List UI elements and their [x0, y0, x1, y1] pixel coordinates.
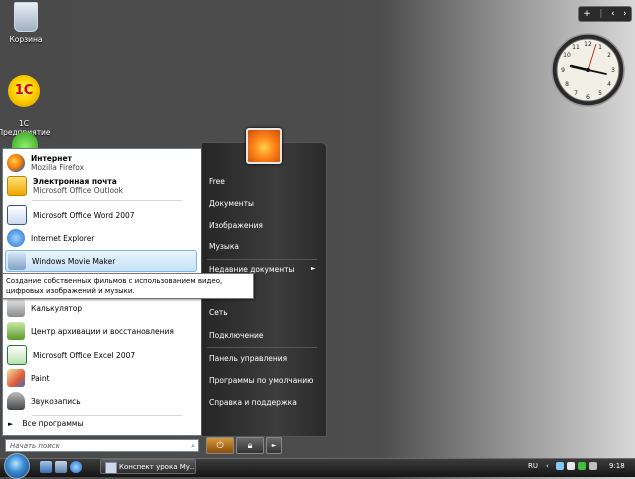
language-indicator[interactable]: RU [528, 459, 538, 474]
pinned-item-internet[interactable]: Интернет Mozilla Firefox [5, 152, 197, 174]
lock-icon: 🔒︎ [247, 440, 253, 451]
svg-text:7: 7 [574, 90, 578, 97]
firefox-icon [7, 154, 25, 172]
user-picture-icon[interactable] [246, 128, 282, 164]
clock-time[interactable]: 9:18 [609, 459, 625, 474]
internet-explorer-icon[interactable] [70, 461, 82, 473]
program-item-excel[interactable]: Microsoft Office Excel 2007 [5, 344, 197, 366]
program-item-sound-recorder[interactable]: Звукозапись [5, 390, 197, 412]
arrow-right-icon: ► [271, 442, 277, 449]
microphone-icon [7, 392, 25, 410]
svg-text:6: 6 [586, 94, 590, 101]
search-icon: ⌕ [191, 442, 195, 450]
all-programs-button[interactable]: ► Все программы [8, 419, 83, 428]
taskbar-button-word[interactable]: Конспект урока Му... [100, 459, 196, 474]
show-desktop-icon[interactable] [40, 461, 52, 473]
power-controls: ⏻ 🔒︎ ► [206, 437, 284, 454]
program-item-ie[interactable]: Internet Explorer [5, 227, 197, 249]
right-item-control-panel[interactable]: Панель управления [209, 354, 287, 363]
power-options-button[interactable]: ► [266, 437, 282, 454]
svg-text:10: 10 [563, 52, 571, 59]
right-item-music[interactable]: Музыка [209, 242, 239, 251]
tooltip: Создание собственных фильмов с использов… [2, 273, 254, 299]
pinned-item-email[interactable]: Электронная почта Microsoft Office Outloo… [5, 175, 197, 197]
svg-text:11: 11 [572, 44, 580, 51]
sidebar-prev-button[interactable]: ‹ [611, 9, 615, 19]
svg-text:1: 1 [598, 44, 602, 51]
svg-text:8: 8 [565, 81, 569, 88]
right-item-user[interactable]: Free [209, 177, 225, 186]
backup-icon [7, 322, 25, 340]
desktop-icon-recycle-bin[interactable]: Корзина [0, 2, 56, 44]
lock-button[interactable]: 🔒︎ [236, 437, 264, 454]
right-item-documents[interactable]: Документы [209, 199, 254, 208]
right-item-pictures[interactable]: Изображения [209, 221, 263, 230]
right-item-help[interactable]: Справка и поддержка [209, 398, 297, 407]
clock-gadget[interactable]: 12 1 2 3 4 5 6 7 8 9 10 11 [550, 30, 626, 110]
power-icon: ⏻ [216, 440, 224, 451]
switch-windows-icon[interactable] [55, 461, 67, 473]
antivirus-icon[interactable] [578, 462, 586, 470]
svg-text:4: 4 [607, 81, 611, 88]
recycle-bin-icon [14, 2, 38, 32]
start-button[interactable] [4, 453, 30, 479]
svg-text:5: 5 [598, 90, 602, 97]
word-document-icon [105, 462, 117, 473]
separator [32, 415, 182, 416]
separator [207, 259, 317, 260]
internet-explorer-icon [7, 229, 25, 247]
program-item-calculator[interactable]: Калькулятор [5, 297, 197, 319]
start-search-input[interactable]: Начать поиск ⌕ [5, 439, 199, 452]
tray-expand-icon[interactable]: ‹ [546, 459, 549, 474]
program-item-paint[interactable]: Paint [5, 367, 197, 389]
movie-maker-icon [8, 252, 26, 270]
separator [207, 347, 317, 348]
svg-text:9: 9 [561, 67, 565, 74]
desktop-icon-label: Корзина [9, 35, 43, 44]
svg-text:2: 2 [607, 52, 611, 59]
1c-logo-icon: 1С [8, 75, 40, 107]
svg-text:3: 3 [611, 67, 615, 74]
calculator-icon [7, 299, 25, 317]
taskbar [0, 458, 635, 477]
outlook-icon [7, 176, 27, 196]
word-icon [7, 205, 27, 225]
sidebar-next-button[interactable]: › [623, 9, 627, 19]
program-item-movie-maker[interactable]: Windows Movie Maker [5, 250, 197, 272]
right-item-network[interactable]: Сеть [209, 308, 228, 317]
power-button[interactable]: ⏻ [206, 437, 234, 454]
security-icon[interactable] [567, 462, 575, 470]
volume-icon[interactable] [589, 462, 597, 470]
network-icon[interactable] [556, 462, 564, 470]
program-item-backup[interactable]: Центр архивации и восстановления [5, 320, 197, 342]
arrow-right-icon: ► [8, 420, 14, 428]
program-item-word[interactable]: Microsoft Office Word 2007 [5, 204, 197, 226]
sidebar-controls: + | ‹ › [578, 6, 632, 22]
sidebar-add-button[interactable]: + [583, 9, 591, 19]
excel-icon [7, 345, 27, 365]
right-item-default-programs[interactable]: Программы по умолчанию [209, 376, 313, 385]
svg-text:12: 12 [584, 41, 592, 48]
right-item-connect[interactable]: Подключение [209, 331, 264, 340]
separator [32, 200, 182, 201]
paint-icon [7, 369, 25, 387]
submenu-arrow-icon: ► [311, 265, 316, 272]
